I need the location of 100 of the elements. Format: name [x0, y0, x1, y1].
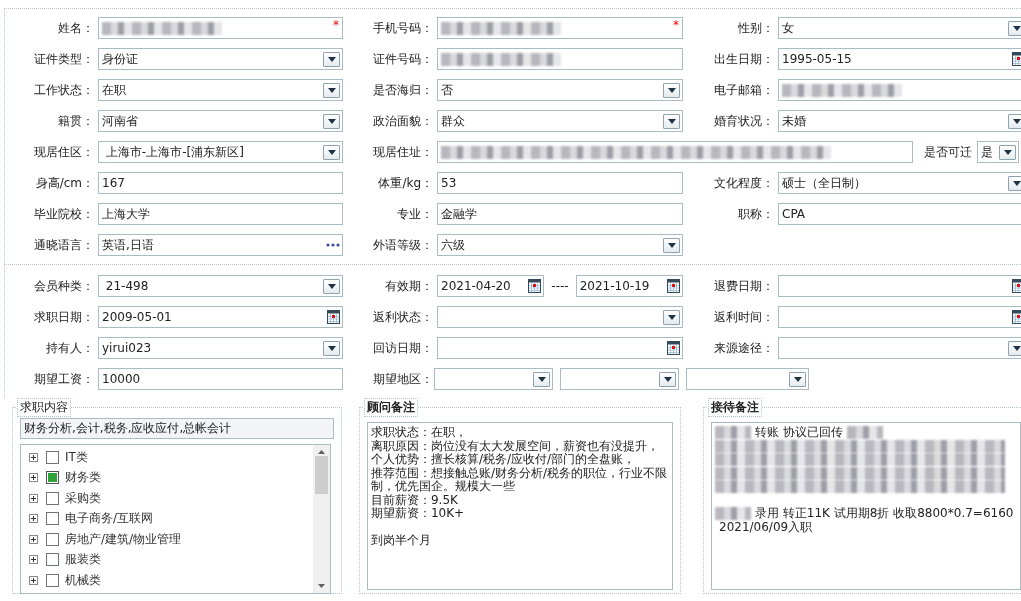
- dropdown-button[interactable]: [1008, 20, 1021, 36]
- calendar-icon[interactable]: [667, 341, 680, 355]
- calendar-icon[interactable]: [327, 310, 340, 324]
- caret-icon[interactable]: [327, 87, 336, 93]
- text-field[interactable]: *: [98, 17, 343, 39]
- expand-icon[interactable]: [29, 493, 38, 503]
- tree-item[interactable]: 房地产/建筑/物业管理: [65, 530, 182, 548]
- text-field[interactable]: 53: [437, 172, 683, 194]
- dropdown[interactable]: yirui023: [98, 337, 343, 359]
- caret-icon[interactable]: [793, 376, 802, 382]
- date-field[interactable]: 2021-10-19: [575, 275, 683, 297]
- expand-icon[interactable]: [29, 473, 38, 483]
- dropdown[interactable]: 群众: [437, 110, 683, 132]
- dropdown[interactable]: 六级: [437, 234, 683, 256]
- caret-icon[interactable]: [1012, 25, 1021, 31]
- dropdown[interactable]: 硕士（全日制）: [778, 172, 1021, 194]
- note-area[interactable]: 求职状态：在职， 离职原因：岗位没有太大发展空间，薪资也有没提升， 个人优势：擅长核算/税务/应收付/部门的全盘账， 推荐范围：想接触总账/财务分析/税务的职位，行业不限制，优先国企。规模大一些 目前薪资：9.5K 期望薪资：10K+ 到岗半个月: [367, 422, 673, 590]
- dropdown-button[interactable]: [1008, 340, 1021, 356]
- dropdown-button[interactable]: [663, 237, 680, 253]
- summary-field[interactable]: 财务分析,会计,税务,应收应付,总帐会计: [20, 418, 334, 439]
- caret-icon[interactable]: [1012, 345, 1021, 351]
- note-area[interactable]: 转账 协议已回传 录用 转正11K 试用期8折 收取8800*0.7=6160 2021/06/09入职: [711, 422, 1021, 590]
- expand-icon[interactable]: [29, 514, 38, 524]
- caret-icon[interactable]: [1012, 180, 1021, 186]
- scrollbar[interactable]: [313, 445, 330, 593]
- dropdown-button[interactable]: [323, 144, 340, 160]
- dropdown-button[interactable]: [533, 371, 550, 387]
- dropdown-button[interactable]: [1008, 175, 1021, 191]
- dropdown-button[interactable]: [663, 113, 680, 129]
- caret-icon[interactable]: [667, 118, 676, 124]
- text-field[interactable]: 金融学: [437, 203, 683, 225]
- tree-item[interactable]: IT类: [65, 448, 88, 466]
- dropdown-button[interactable]: [323, 82, 340, 98]
- dropdown-button[interactable]: [1008, 113, 1021, 129]
- date-field[interactable]: [437, 337, 683, 359]
- date-field[interactable]: [778, 306, 1021, 328]
- date-field[interactable]: 1995-05-15: [778, 48, 1021, 70]
- dropdown[interactable]: 未婚: [778, 110, 1021, 132]
- caret-icon[interactable]: [667, 314, 676, 320]
- tree-item[interactable]: 采购类: [65, 489, 101, 507]
- dropdown-button[interactable]: [999, 144, 1016, 160]
- tree-item[interactable]: 服装类: [65, 551, 101, 569]
- date-field[interactable]: [778, 275, 1021, 297]
- tree-item[interactable]: 机械类: [65, 571, 101, 589]
- caret-icon[interactable]: [327, 118, 336, 124]
- calendar-icon[interactable]: [667, 279, 680, 293]
- dropdown[interactable]: 在职: [98, 79, 343, 101]
- caret-icon[interactable]: [327, 149, 336, 155]
- dropdown-button[interactable]: [663, 309, 680, 325]
- date-field[interactable]: 2021-04-20: [437, 275, 545, 297]
- checkbox[interactable]: [46, 471, 59, 485]
- scrollbar-thumb[interactable]: [315, 456, 328, 494]
- dropdown[interactable]: 上海市-上海市-[浦东新区]: [98, 141, 343, 163]
- dropdown[interactable]: 21-498: [98, 275, 343, 297]
- checkbox[interactable]: [46, 573, 59, 587]
- tree-item[interactable]: 财务类: [65, 469, 101, 487]
- tree-item[interactable]: 电子商务/互联网: [65, 510, 154, 528]
- text-field[interactable]: 上海大学: [98, 203, 343, 225]
- caret-icon[interactable]: [663, 376, 672, 382]
- dropdown-button[interactable]: [789, 371, 806, 387]
- caret-icon[interactable]: [537, 376, 546, 382]
- text-field[interactable]: [778, 79, 1021, 101]
- checkbox[interactable]: [46, 450, 59, 464]
- caret-icon[interactable]: [667, 87, 676, 93]
- more-icon[interactable]: [326, 243, 340, 247]
- caret-icon[interactable]: [327, 56, 336, 62]
- text-field[interactable]: *: [437, 17, 683, 39]
- dropdown-button[interactable]: [323, 340, 340, 356]
- checkbox[interactable]: [46, 491, 59, 505]
- dropdown[interactable]: 是: [977, 141, 1019, 163]
- expand-icon[interactable]: [29, 575, 38, 585]
- caret-icon[interactable]: [327, 345, 336, 351]
- dropdown[interactable]: 否: [437, 79, 683, 101]
- dropdown[interactable]: 身份证: [98, 48, 343, 70]
- dropdown-button[interactable]: [323, 278, 340, 294]
- caret-icon[interactable]: [667, 242, 676, 248]
- scroll-up-icon[interactable]: [318, 450, 325, 454]
- checkbox[interactable]: [46, 512, 59, 526]
- dropdown-button[interactable]: [659, 371, 676, 387]
- caret-icon[interactable]: [327, 283, 336, 289]
- expand-icon[interactable]: [29, 555, 38, 565]
- dropdown-button[interactable]: [663, 82, 680, 98]
- dropdown-button[interactable]: [323, 113, 340, 129]
- dropdown[interactable]: 女: [778, 17, 1021, 39]
- checkbox[interactable]: [46, 532, 59, 546]
- expand-icon[interactable]: [29, 452, 38, 462]
- text-field[interactable]: [437, 48, 683, 70]
- caret-icon[interactable]: [1012, 118, 1021, 124]
- text-field[interactable]: CPA: [778, 203, 1021, 225]
- expand-icon[interactable]: [29, 534, 38, 544]
- scroll-down-icon[interactable]: [318, 584, 325, 588]
- text-field[interactable]: [437, 141, 913, 163]
- date-field[interactable]: 2009-05-01: [98, 306, 343, 328]
- dropdown[interactable]: 河南省: [98, 110, 343, 132]
- dropdown-button[interactable]: [323, 51, 340, 67]
- text-field[interactable]: 10000: [98, 368, 343, 390]
- text-field[interactable]: 167: [98, 172, 343, 194]
- checkbox[interactable]: [46, 553, 59, 567]
- lookup-field[interactable]: 英语,日语: [98, 234, 343, 256]
- calendar-icon[interactable]: [528, 279, 542, 293]
